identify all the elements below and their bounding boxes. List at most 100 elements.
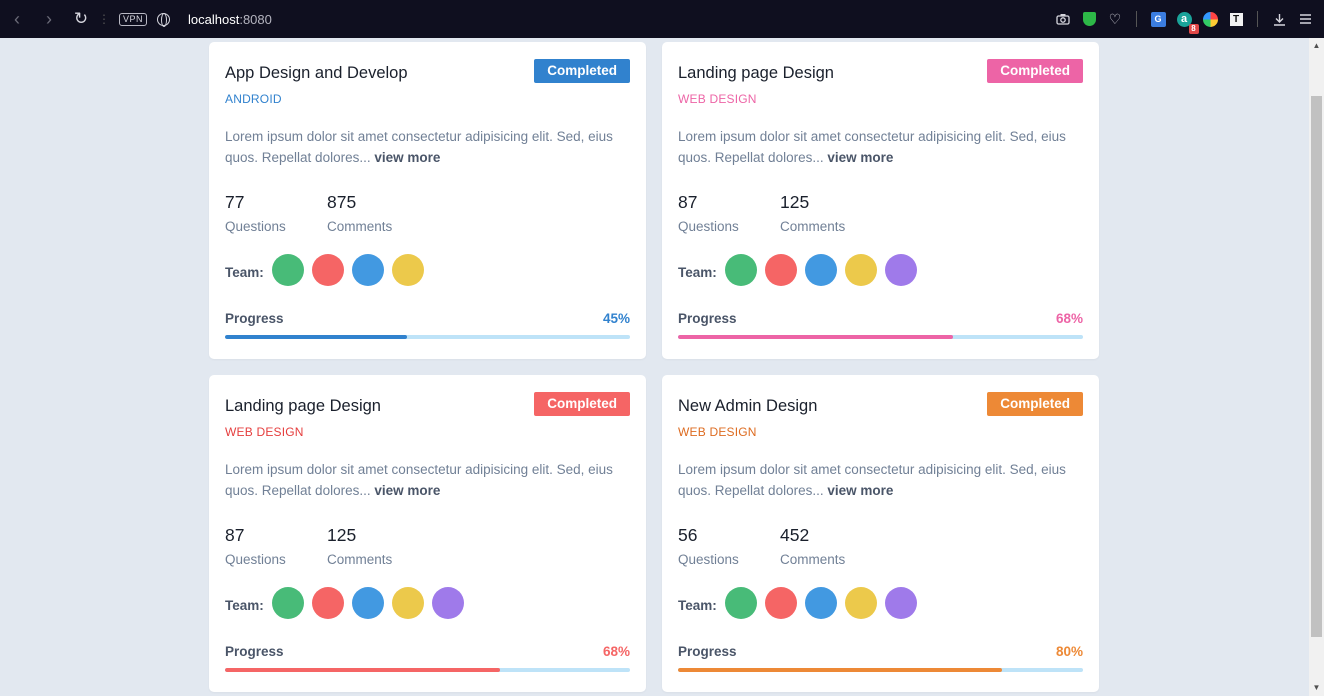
team-member-avatar[interactable] xyxy=(885,254,917,286)
scroll-up-arrow-icon[interactable]: ▲ xyxy=(1309,40,1324,52)
extension-badge: 8 xyxy=(1188,23,1199,34)
view-more-link[interactable]: view more xyxy=(374,150,440,165)
progress-bar xyxy=(678,335,1083,339)
team-member-avatar[interactable] xyxy=(725,254,757,286)
team-label: Team: xyxy=(225,598,264,613)
team-member-avatar[interactable] xyxy=(392,254,424,286)
comments-label: Comments xyxy=(780,219,846,234)
questions-count: 87 xyxy=(225,525,245,545)
shield-extension-icon[interactable] xyxy=(1076,0,1102,38)
questions-label: Questions xyxy=(225,552,286,567)
project-description: Lorem ipsum dolor sit amet consectetur a… xyxy=(225,459,633,501)
project-title[interactable]: Landing page Design xyxy=(225,397,381,416)
project-description: Lorem ipsum dolor sit amet consectetur a… xyxy=(678,459,1086,501)
team-member-avatar[interactable] xyxy=(432,587,464,619)
project-card[interactable]: App Design and Develop Completed ANDROID… xyxy=(209,42,646,359)
team-member-avatar[interactable] xyxy=(272,587,304,619)
team-member-avatar[interactable] xyxy=(805,254,837,286)
back-icon[interactable]: ‹ xyxy=(1,0,33,38)
team-member-avatar[interactable] xyxy=(805,587,837,619)
download-icon[interactable] xyxy=(1266,0,1292,38)
project-description: Lorem ipsum dolor sit amet consectetur a… xyxy=(678,126,1086,168)
reload-icon[interactable]: ↻ xyxy=(65,0,97,38)
camera-icon[interactable] xyxy=(1050,0,1076,38)
progress-bar-fill xyxy=(678,335,954,339)
toolbar-separator xyxy=(1136,11,1137,27)
project-card[interactable]: New Admin Design Completed WEB DESIGN Lo… xyxy=(662,375,1099,692)
progress-percent: 80% xyxy=(1055,644,1083,659)
comments-count: 875 xyxy=(327,192,357,212)
project-category: WEB DESIGN xyxy=(678,92,757,106)
progress-bar-fill xyxy=(678,668,1002,672)
team-label: Team: xyxy=(678,598,717,613)
toolbar-divider: ⋮ xyxy=(98,12,110,26)
comments-count: 125 xyxy=(780,192,810,212)
scroll-down-arrow-icon[interactable]: ▼ xyxy=(1309,682,1324,694)
menu-icon[interactable] xyxy=(1292,0,1318,38)
url-host: localhost xyxy=(188,11,240,27)
comments-count: 125 xyxy=(327,525,357,545)
view-more-link[interactable]: view more xyxy=(827,483,893,498)
vpn-badge[interactable]: VPN xyxy=(119,12,148,26)
comments-label: Comments xyxy=(327,552,393,567)
status-badge: Completed xyxy=(987,59,1083,83)
questions-count: 87 xyxy=(678,192,698,212)
scroll-thumb[interactable] xyxy=(1311,96,1322,637)
questions-label: Questions xyxy=(225,219,286,234)
project-category: WEB DESIGN xyxy=(225,425,304,439)
view-more-link[interactable]: view more xyxy=(374,483,440,498)
progress-bar xyxy=(225,335,630,339)
progress-label: Progress xyxy=(678,644,737,659)
progress-bar xyxy=(225,668,630,672)
team-member-avatar[interactable] xyxy=(845,254,877,286)
progress-percent: 68% xyxy=(602,644,630,659)
progress-percent: 68% xyxy=(1055,311,1083,326)
status-badge: Completed xyxy=(534,392,630,416)
project-title[interactable]: Landing page Design xyxy=(678,64,834,83)
project-title[interactable]: New Admin Design xyxy=(678,397,817,416)
team-label: Team: xyxy=(678,265,717,280)
team-member-avatar[interactable] xyxy=(272,254,304,286)
forward-icon[interactable]: › xyxy=(33,0,65,38)
project-card[interactable]: Landing page Design Completed WEB DESIGN… xyxy=(209,375,646,692)
progress-bar xyxy=(678,668,1083,672)
address-bar[interactable]: localhost:8080 xyxy=(188,12,272,27)
heart-icon[interactable]: ♡ xyxy=(1102,0,1128,38)
browser-toolbar: ‹ › ↻ ⋮ VPN localhost:8080 ♡ G a8 T xyxy=(0,0,1324,38)
team-member-avatar[interactable] xyxy=(352,587,384,619)
t-extension-icon[interactable]: T xyxy=(1223,0,1249,38)
url-port: :8080 xyxy=(239,11,272,27)
questions-count: 56 xyxy=(678,525,698,545)
progress-bar-fill xyxy=(225,668,501,672)
color-picker-extension-icon[interactable] xyxy=(1197,0,1223,38)
team-member-avatar[interactable] xyxy=(392,587,424,619)
translate-extension-icon[interactable]: G xyxy=(1145,0,1171,38)
project-card[interactable]: Landing page Design Completed WEB DESIGN… xyxy=(662,42,1099,359)
team-member-avatar[interactable] xyxy=(845,587,877,619)
progress-label: Progress xyxy=(225,311,284,326)
progress-percent: 45% xyxy=(602,311,630,326)
project-category: ANDROID xyxy=(225,92,282,106)
progress-label: Progress xyxy=(225,644,284,659)
questions-label: Questions xyxy=(678,552,739,567)
globe-icon[interactable] xyxy=(157,12,171,27)
team-member-avatar[interactable] xyxy=(765,587,797,619)
status-badge: Completed xyxy=(534,59,630,83)
team-label: Team: xyxy=(225,265,264,280)
status-badge: Completed xyxy=(987,392,1083,416)
team-member-avatar[interactable] xyxy=(352,254,384,286)
project-title[interactable]: App Design and Develop xyxy=(225,64,408,83)
a-extension-icon[interactable]: a8 xyxy=(1171,0,1199,38)
page-scrollbar[interactable]: ▲ ▼ xyxy=(1309,38,1324,696)
team-member-avatar[interactable] xyxy=(885,587,917,619)
team-member-avatar[interactable] xyxy=(765,254,797,286)
team-member-avatar[interactable] xyxy=(312,587,344,619)
comments-count: 452 xyxy=(780,525,810,545)
team-member-avatar[interactable] xyxy=(725,587,757,619)
project-description: Lorem ipsum dolor sit amet consectetur a… xyxy=(225,126,633,168)
questions-count: 77 xyxy=(225,192,245,212)
view-more-link[interactable]: view more xyxy=(827,150,893,165)
team-member-avatar[interactable] xyxy=(312,254,344,286)
questions-label: Questions xyxy=(678,219,739,234)
progress-label: Progress xyxy=(678,311,737,326)
